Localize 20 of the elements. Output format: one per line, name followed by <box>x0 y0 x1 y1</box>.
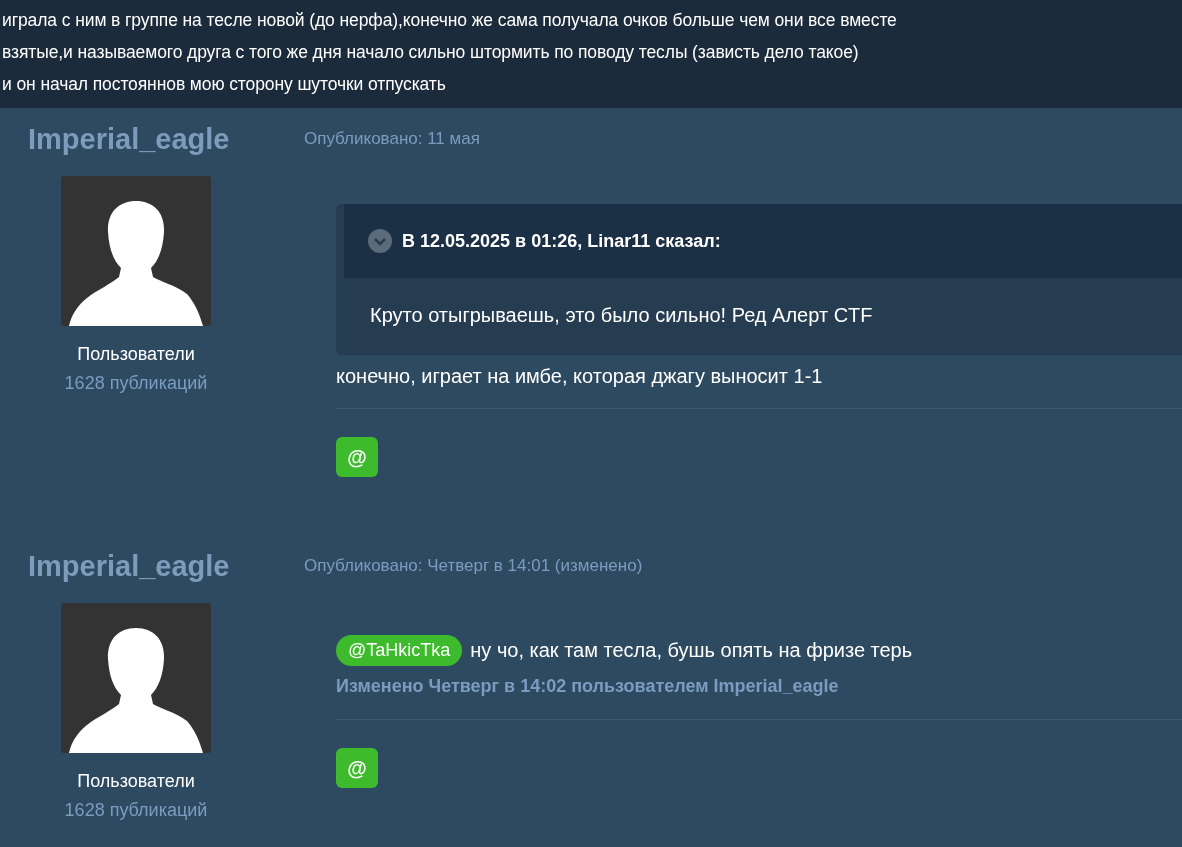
post-date: Опубликовано: Четверг в 14:01 (изменено) <box>304 555 644 577</box>
author-name[interactable]: Imperial_eagle <box>0 122 306 156</box>
post-count: 1628 публикаций <box>64 800 208 821</box>
user-mention[interactable]: @TaHkicTka <box>336 635 463 666</box>
intro-text: и он начал постояннов мою сторону шуточки отпускать <box>2 73 447 96</box>
quote-author: В 12.05.2025 в 01:26, Linar11 сказал: <box>402 230 721 252</box>
intro-text: взятые,и называемого друга с того же дня начало сильно штормить по поводу теслы (зависть дело такое) <box>2 41 860 64</box>
author-name[interactable]: Imperial_eagle <box>0 549 306 583</box>
user-group: Пользователи <box>77 344 195 365</box>
edited-note: Изменено Четверг в 14:02 пользователем Imperial_eagle <box>336 676 840 697</box>
post-text: конечно, играет на имбе, которая джагу выносит 1-1 <box>336 365 823 388</box>
user-group: Пользователи <box>77 771 195 792</box>
quote-text: Круто отыгрываешь, это было сильно! Ред Алерт CTF <box>369 303 874 328</box>
intro-text: играла с ним в группе на тесле новой (до нерфа),конечно же сама получала очков больше чем они все вместе <box>2 9 898 32</box>
post-date: Опубликовано: 11 мая <box>304 128 481 150</box>
mention-button[interactable]: @ <box>336 437 378 477</box>
chevron-icon[interactable] <box>368 229 392 253</box>
post-text: ну чо, как там тесла, бушь опять на фризе терь <box>470 639 913 662</box>
mention-button[interactable]: @ <box>336 748 378 788</box>
post-count: 1628 публикаций <box>64 373 208 394</box>
